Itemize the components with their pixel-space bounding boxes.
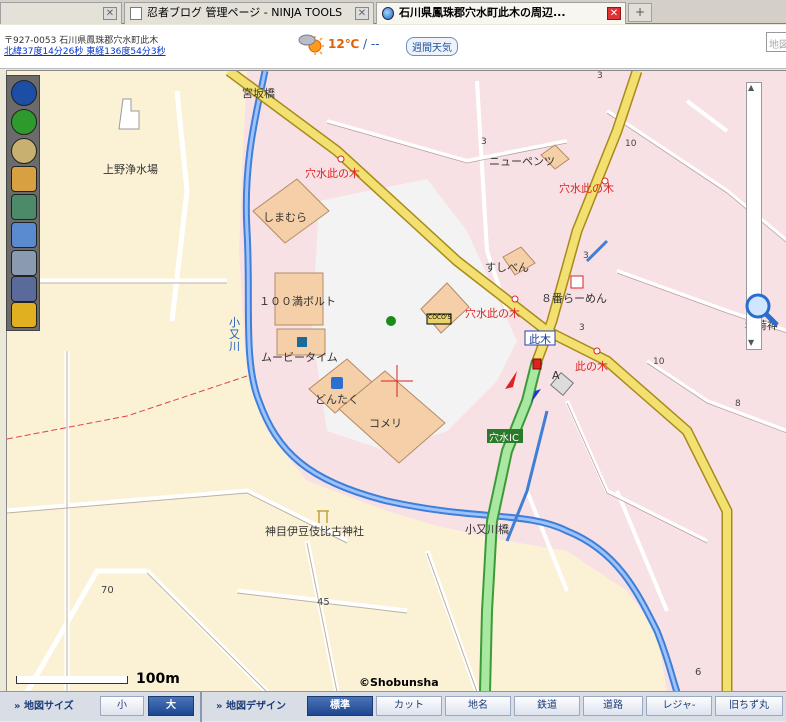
hotel-icon[interactable] [11,276,37,302]
zoom-out-arrow-icon[interactable]: ▼ [748,338,754,347]
design-cut-button[interactable]: カット [376,696,442,716]
design-old-map-button[interactable]: 旧ちず丸 [715,696,783,716]
convenience-store-icon[interactable] [11,222,37,248]
map-label: 穴水此の木 [465,307,520,320]
weekly-weather-button[interactable]: 週間天気 [406,37,458,56]
tab-label: 忍者ブログ 管理ページ - NINJA TOOLS [147,6,343,19]
globe-icon [382,7,394,20]
map-label: 上野浄水場 [103,163,158,176]
coordinates-link[interactable]: 北緯37度14分26秒 東経136度54分3秒 [4,44,166,57]
design-leisure-button[interactable]: レジャ- [646,696,712,716]
design-road-button[interactable]: 道路 [583,696,643,716]
map-canvas[interactable]: 宮坂橋 上野浄水場 穴水此の木 穴水此の木 穴水此の木 此の木 しまむら １００… [6,70,786,691]
double-chevron-icon: » [14,701,21,712]
location-info-bar: 〒927-0053 石川県鳳珠郡穴水町此木 北緯37度14分26秒 東経136度… [0,25,786,69]
map-label: 此木 [529,333,551,346]
map-label: 3 [583,251,589,261]
map-label: 45 [317,597,330,608]
scale-label: 100m [136,671,180,687]
map-label: すしべん [485,261,529,274]
map-label: 3 [597,71,603,81]
double-chevron-icon: » [216,701,223,712]
atm-icon[interactable] [11,194,37,220]
map-label: 穴水IC [489,433,519,444]
temperature-value: 12℃ [328,37,360,51]
map-label: 3 [481,137,487,147]
new-tab-button[interactable]: + [628,3,652,22]
map-toolbar: » 地図サイズ 小 大 » 地図デザイン 標準 カット 地名 鉄道 道路 レジャ… [0,691,786,722]
map-label: 小又川 [229,316,240,353]
map-label: しまむら [263,211,307,224]
page-icon [130,7,142,20]
tab-ninja-tools[interactable]: 忍者ブログ 管理ページ - NINJA TOOLS ✕ [124,2,374,24]
zoom-in-arrow-icon[interactable]: ▲ [748,83,754,92]
map-label: 小又川橋 [465,523,509,536]
map-label: A [552,369,560,382]
map-label: COCO'S [428,314,452,321]
map-label: ８番らーめん [541,292,607,305]
map-search-input[interactable]: 地図 [766,32,786,52]
map-label: どんたく [315,393,359,406]
copyright-text: ©Shobunsha [359,676,439,689]
cloudy-sunny-icon [298,34,324,55]
toolbar-divider [200,692,202,722]
map-label: 6 [695,667,702,678]
map-tool-palette [6,75,40,331]
temperature-secondary: / -- [363,37,380,51]
size-large-button[interactable]: 大 [148,696,194,716]
map-size-label: » 地図サイズ [14,701,74,712]
road-icon[interactable] [11,138,37,164]
map-label: 此の木 [575,360,608,373]
map-label: コメリ [369,417,402,430]
close-icon[interactable]: ✕ [355,7,369,20]
building-icon[interactable] [11,250,37,276]
food-icon[interactable] [11,166,37,192]
browser-tab-bar: ✕ 忍者ブログ 管理ページ - NINJA TOOLS ✕ 石川県鳳珠郡穴水町此… [0,0,786,24]
pedestrian-sign-icon[interactable] [11,302,37,328]
map-label: 宮坂橋 [242,87,275,100]
size-small-button[interactable]: 小 [100,696,144,716]
close-icon[interactable]: ✕ [607,7,621,20]
map-design-label: » 地図デザイン [216,701,286,712]
tab-map-page[interactable]: 石川県鳳珠郡穴水町此木の周辺... ✕ [376,2,626,24]
map-label: ムービータイム [261,351,338,364]
highway-ic-icon[interactable] [11,109,37,135]
design-placename-button[interactable]: 地名 [445,696,511,716]
map-label: 70 [101,585,114,596]
scale-bar [16,676,128,684]
design-standard-button[interactable]: 標準 [307,696,373,716]
map-label: １００満ボルト [259,295,336,308]
map-label: 神目伊豆伎比古神社 [265,525,364,538]
map-label: 3 [579,323,585,333]
map-label: 穴水此の木 [559,182,614,195]
tab-prev-close-stub[interactable]: ✕ [0,2,122,24]
map-label: 10 [653,357,665,367]
tab-label: 石川県鳳珠郡穴水町此木の周辺... [399,6,566,19]
magnifier-icon[interactable] [744,292,780,328]
design-railway-button[interactable]: 鉄道 [514,696,580,716]
map-label: 8 [735,399,741,409]
map-label: 10 [625,139,637,149]
train-icon[interactable] [11,80,37,106]
close-icon[interactable]: ✕ [103,7,117,20]
map-label: 穴水此の木 [305,167,360,180]
map-label: ニューペンツ [489,155,555,168]
